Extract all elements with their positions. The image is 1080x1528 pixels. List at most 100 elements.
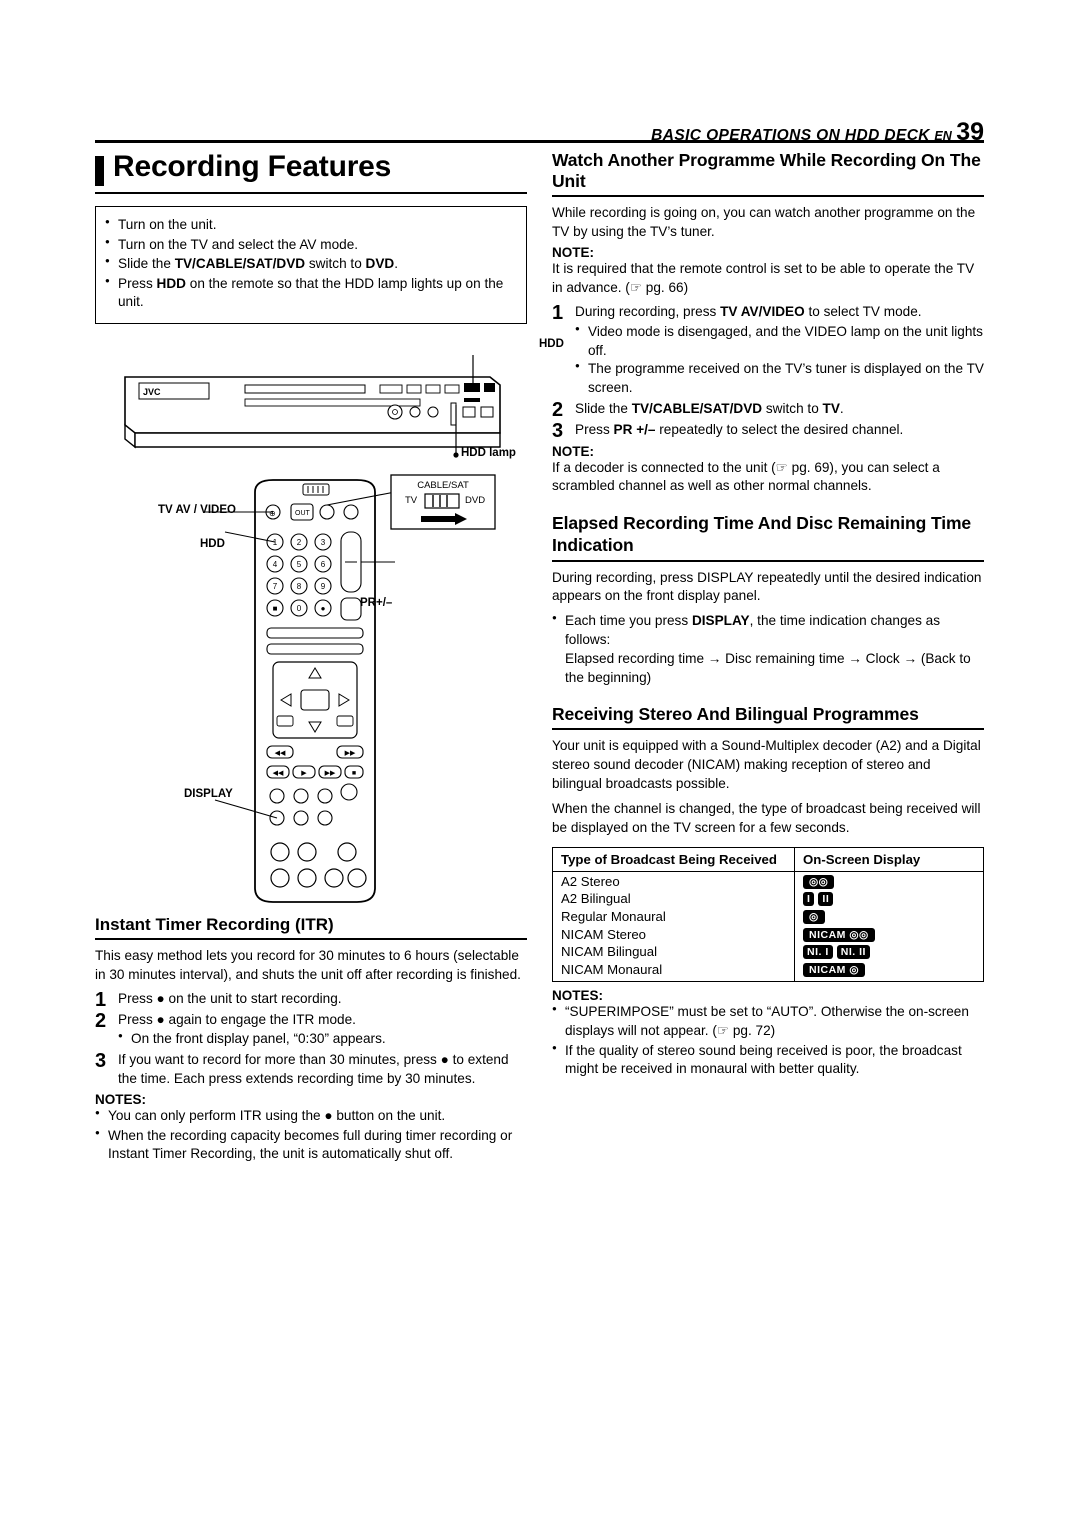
bc-display-4: NI. I NI. II [794,943,984,961]
title-accent-bar [95,156,104,186]
list-item: The programme received on the TV’s tuner… [575,360,984,397]
bc-type-5: NICAM Monaural [552,960,795,983]
step-number: 3 [95,1050,107,1073]
stereo-title: Receiving Stereo And Bilingual Programme… [552,704,984,731]
itr-steps: 1 Press ● on the unit to start recording… [95,989,527,1088]
watch-steps: 1 During recording, press TV AV/VIDEO to… [552,302,984,442]
label-hdd-lamp: HDD lamp [461,447,516,459]
osd-badge-i: I [803,891,815,906]
step-text: Press ● on the unit to start recording. [118,991,342,1007]
bc-display-5: NICAM ◎ [794,960,984,983]
elapsed-title: Elapsed Recording Time And Disc Remainin… [552,513,984,562]
itr-section: Instant Timer Recording (ITR) This easy … [95,915,527,1165]
watch-intro: While recording is going on, you can wat… [552,205,976,239]
list-item: 2 Slide the TV/CABLE/SAT/DVD switch to T… [552,399,984,421]
osd-badge-ii: II [818,891,834,906]
label-tv-av-video: TV AV / VIDEO [158,504,236,516]
itr-notes-list: You can only perform ITR using the ● but… [95,1107,527,1164]
svg-text:▶▶: ▶▶ [345,750,356,757]
table-header-row: Type of Broadcast Being Received On-Scre… [552,847,984,873]
osd-badge-a2-stereo: ◎◎ [803,875,835,890]
table-row: NICAM Bilingual NI. I NI. II [552,943,984,961]
bc-type-3: NICAM Stereo [552,925,795,944]
step-sub-list: On the front display panel, “0:30” appea… [118,1030,527,1049]
broadcast-table: Type of Broadcast Being Received On-Scre… [552,847,984,983]
svg-text:■: ■ [273,604,278,613]
stereo-notes-list: “SUPERIMPOSE” must be set to “AUTO”. Oth… [552,1003,984,1078]
step-sub-text: The programme received on the TV’s tuner… [588,361,984,395]
list-item: 1 During recording, press TV AV/VIDEO to… [552,302,984,397]
svg-text:5: 5 [297,560,302,569]
table-row: Regular Monaural ◎ [552,907,984,926]
table-row: A2 Stereo ◎◎ [552,871,984,891]
svg-text:●: ● [321,604,326,613]
main-title-block: Recording Features [95,150,527,194]
list-item: Slide the TV/CABLE/SAT/DVD switch to DVD… [105,255,515,274]
page-header: BASIC OPERATIONS ON HDD DECK EN 39 [0,118,1080,147]
svg-text:3: 3 [321,538,326,547]
list-item: “SUPERIMPOSE” must be set to “AUTO”. Oth… [552,1003,984,1040]
svg-text:◀◀: ◀◀ [273,770,284,777]
remote-control-svg: ⊕ OUT 123 456 789 ■ 0 ● ◀◀ ▶▶ ◀◀ ▶ ▶▶ ■ … [205,474,496,903]
elapsed-bullets: Each time you press DISPLAY, the time in… [552,612,984,649]
watch-note-text: It is required that the remote control i… [552,261,975,295]
svg-text:2: 2 [297,538,302,547]
osd-badge-mono: ◎ [803,910,825,925]
watch-title: Watch Another Programme While Recording … [552,150,984,197]
list-item: 3 If you want to record for more than 30… [95,1050,527,1088]
bc-type-4: NICAM Bilingual [552,943,795,961]
table-row: A2 Bilingual I II [552,890,984,908]
itr-note-1: When the recording capacity becomes full… [108,1127,513,1162]
header-rule [95,140,984,143]
osd-badge-nicam-stereo: NICAM ◎◎ [803,928,875,943]
svg-text:6: 6 [321,560,326,569]
list-item: You can only perform ITR using the ● but… [95,1107,527,1126]
page-title: Recording Features [113,150,392,183]
step-sub-text: On the front display panel, “0:30” appea… [131,1031,386,1047]
step-sub-list: Video mode is disengaged, and the VIDEO … [575,323,984,397]
list-item: Turn on the TV and select the AV mode. [105,236,515,255]
stereo-notes-label: NOTES: [552,988,604,1004]
stereo-note-1: If the quality of stereo sound being rec… [565,1042,962,1077]
svg-text:TV: TV [405,495,418,506]
itr-notes-label: NOTES: [95,1092,147,1108]
svg-text:JVC: JVC [143,387,161,397]
stereo-note-0: “SUPERIMPOSE” must be set to “AUTO”. Oth… [565,1004,969,1038]
label-hdd-button: HDD [200,538,225,550]
step-text: If you want to record for more than 30 m… [118,1052,509,1086]
list-item: Each time you press DISPLAY, the time in… [552,612,984,649]
step-number: 3 [552,420,564,443]
prep-bullet-0: Turn on the unit. [118,217,217,232]
col-header-display: On-Screen Display [794,847,984,873]
left-column: Recording Features Turn on the unit. Tur… [95,150,527,325]
osd-badge-nicam-mono: NICAM ◎ [803,963,865,978]
label-pr-plus-minus: PR+/– [360,597,393,609]
step-sub-text: Video mode is disengaged, and the VIDEO … [588,324,983,358]
remote-control-figure: ⊕ OUT 123 456 789 ■ 0 ● ◀◀ ▶▶ ◀◀ ▶ ▶▶ ■ … [95,470,545,920]
watch-note-label: NOTE: [552,245,594,261]
list-item: If the quality of stereo sound being rec… [552,1042,984,1079]
bc-display-3: NICAM ◎◎ [794,925,984,944]
watch-note2-text: If a decoder is connected to the unit (☞… [552,459,940,494]
svg-text:◀◀: ◀◀ [275,750,286,757]
step-text: Press ● again to engage the ITR mode. [118,1011,356,1027]
svg-text:DVD: DVD [465,495,485,506]
bc-type-2: Regular Monaural [552,907,795,926]
list-item: 3 Press PR +/– repeatedly to select the … [552,420,984,442]
itr-note-0: You can only perform ITR using the ● but… [108,1108,446,1124]
bc-display-1: I II [794,890,984,908]
list-item: On the front display panel, “0:30” appea… [118,1030,527,1049]
osd-badge-ni-ii: NI. II [836,944,870,959]
bc-type-0: A2 Stereo [552,871,795,891]
bc-type-1: A2 Bilingual [552,890,795,908]
list-item: Turn on the unit. [105,216,515,235]
osd-group-a2-bilingual: I II [803,891,975,906]
list-item: Press HDD on the remote so that the HDD … [105,275,515,312]
document-page: BASIC OPERATIONS ON HDD DECK EN 39 Recor… [0,0,1080,1528]
prep-bullet-1: Turn on the TV and select the AV mode. [118,236,359,252]
svg-text:▶: ▶ [301,770,307,777]
right-column: Watch Another Programme While Recording … [552,150,984,1080]
svg-text:4: 4 [273,560,278,569]
svg-text:8: 8 [297,582,302,591]
svg-text:1: 1 [273,538,278,547]
